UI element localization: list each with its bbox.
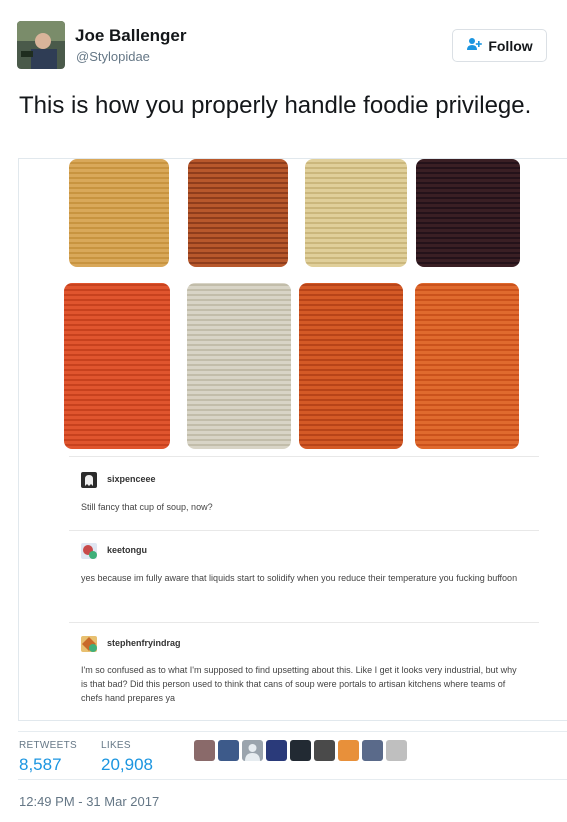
soup-can-dark-broth	[416, 159, 520, 267]
soup-can-vegetable	[299, 283, 403, 449]
soup-can-tomato	[64, 283, 170, 449]
follow-button[interactable]: Follow	[452, 29, 547, 62]
comment-text: I'm so confused as to what I'm supposed …	[81, 665, 517, 703]
comment-text: yes because im fully aware that liquids …	[81, 573, 518, 583]
soup-can-mushroom	[187, 283, 291, 449]
user-avatar-icon	[81, 543, 97, 559]
author-name[interactable]: Joe Ballenger	[75, 26, 187, 46]
soup-can-spaghetti	[415, 283, 519, 449]
comment-user: sixpenceee	[107, 474, 156, 484]
liker-avatar-2[interactable]	[218, 740, 239, 761]
user-avatar-icon	[81, 636, 97, 652]
ghost-avatar-icon	[81, 472, 97, 488]
likes-label: LIKES	[101, 740, 131, 751]
comment-user: stephenfryindrag	[107, 638, 181, 648]
follow-user-icon	[466, 37, 483, 54]
tweet-media[interactable]: sixpenceee Still fancy that cup of soup,…	[18, 158, 567, 721]
retweets-count[interactable]: 8,587	[19, 755, 62, 775]
soup-can-chicken-noodle	[69, 159, 169, 267]
stats-bottom-divider	[18, 779, 567, 780]
liker-avatar-7[interactable]	[338, 740, 359, 761]
comment-text: Still fancy that cup of soup, now?	[81, 502, 213, 512]
follow-label: Follow	[488, 37, 533, 54]
liker-avatar-8[interactable]	[362, 740, 383, 761]
likes-count[interactable]: 20,908	[101, 755, 153, 775]
soup-can-cream	[305, 159, 407, 267]
liker-avatar-1[interactable]	[194, 740, 215, 761]
liker-avatar-4[interactable]	[266, 740, 287, 761]
liker-avatar-3[interactable]	[242, 740, 263, 761]
tweet-text: This is how you properly handle foodie p…	[19, 92, 532, 119]
retweets-label: RETWEETS	[19, 740, 77, 751]
author-avatar[interactable]	[17, 21, 65, 69]
liker-avatar-9[interactable]	[386, 740, 407, 761]
liker-avatar-5[interactable]	[290, 740, 311, 761]
author-handle[interactable]: @Stylopidae	[76, 49, 150, 64]
soup-can-alphabet	[188, 159, 288, 267]
tweet-timestamp[interactable]: 12:49 PM - 31 Mar 2017	[19, 794, 159, 809]
stats-top-divider	[18, 731, 567, 732]
liker-avatar-6[interactable]	[314, 740, 335, 761]
comment-user: keetongu	[107, 545, 148, 555]
